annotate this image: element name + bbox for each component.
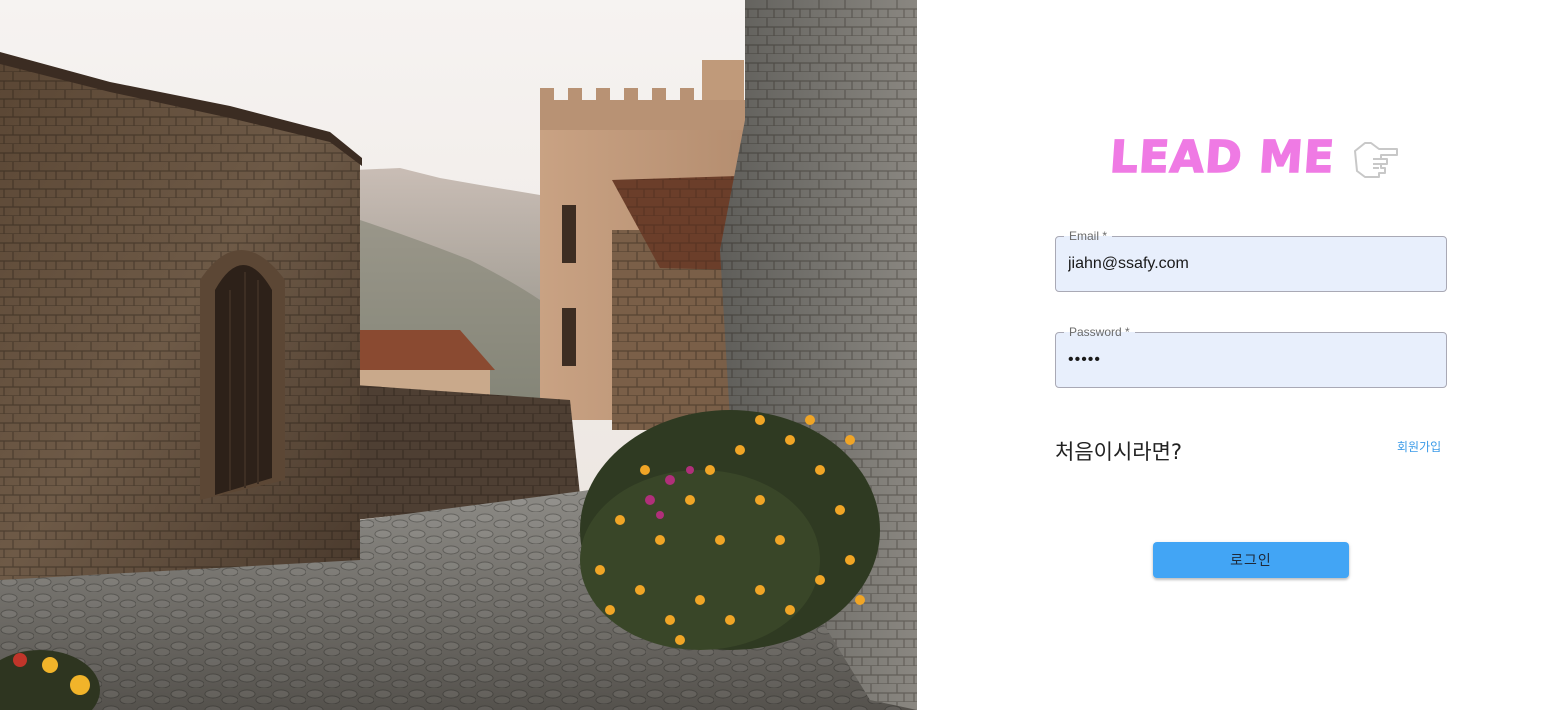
- logo-text: LEAD ME: [1108, 131, 1338, 184]
- app-logo: LEAD ME: [1108, 130, 1401, 186]
- signup-prompt: 처음이시라면?: [1055, 440, 1183, 464]
- login-button[interactable]: 로그인: [1153, 542, 1349, 578]
- login-panel: LEAD ME Email * Password * ••••• 처음이시라면?…: [917, 0, 1565, 710]
- email-input[interactable]: [1068, 237, 1428, 291]
- password-label: Password *: [1064, 325, 1135, 339]
- signup-link[interactable]: 회원가입: [1397, 438, 1441, 455]
- password-field[interactable]: Password * •••••: [1055, 325, 1447, 388]
- email-field[interactable]: Email *: [1055, 229, 1447, 292]
- pointing-hand-icon: [1351, 133, 1401, 183]
- village-street-photo: [0, 0, 917, 710]
- login-page: LEAD ME Email * Password * ••••• 처음이시라면?…: [0, 0, 1565, 710]
- password-input[interactable]: •••••: [1068, 350, 1101, 370]
- password-masked-value: •••••: [1068, 351, 1102, 368]
